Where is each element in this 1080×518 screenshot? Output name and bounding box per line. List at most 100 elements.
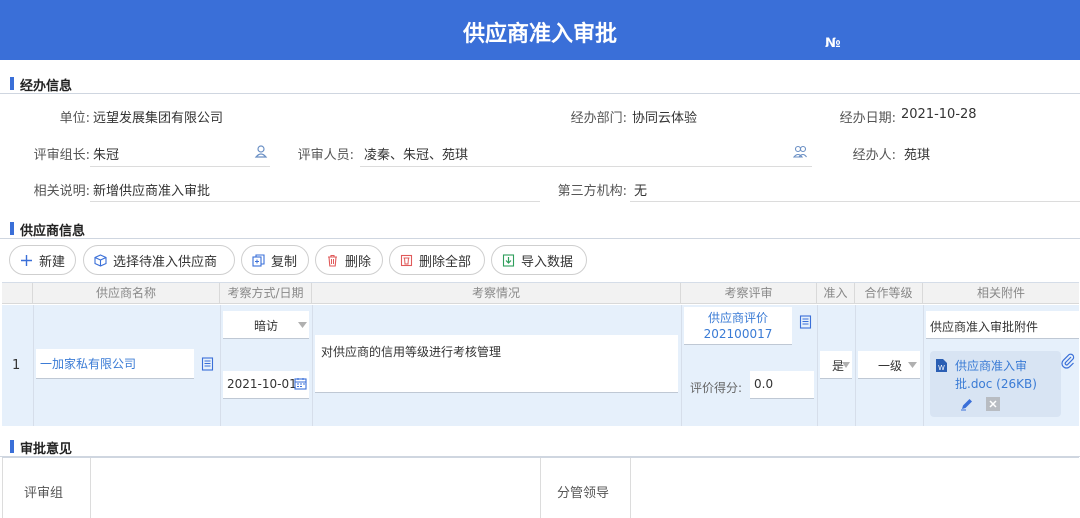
section-title-handling: 经办信息: [20, 79, 73, 94]
reviewers-value: 凌秦、朱冠、苑琪: [364, 148, 469, 163]
row-index: 1: [12, 358, 21, 373]
title-bar: 供应商准入审批 №: [0, 0, 1080, 60]
delete-all-icon: [400, 254, 413, 266]
attachment-file-line2[interactable]: 批.doc (26KB): [955, 375, 1037, 393]
header-method-date: 考察方式/日期: [220, 283, 312, 304]
header-index: [2, 283, 33, 304]
third-party-underline: [630, 201, 1080, 202]
level-select[interactable]: 一级: [858, 351, 920, 379]
review-picker-icon[interactable]: [799, 315, 812, 329]
svg-text:W: W: [938, 364, 945, 372]
supplier-name-link[interactable]: 一加家私有限公司: [40, 357, 136, 371]
method-value: 暗访: [253, 319, 278, 333]
group-picker-icon[interactable]: [793, 144, 807, 158]
paperclip-icon[interactable]: [1061, 353, 1075, 369]
header-supplier-name: 供应商名称: [33, 283, 220, 304]
review-group-label: 评审组: [24, 486, 64, 501]
delete-button[interactable]: 删除: [315, 245, 383, 275]
reviewers-label: 评审人员:: [297, 148, 354, 163]
score-value: 0.0: [754, 377, 774, 391]
box-icon: [94, 253, 107, 267]
section-approval: 审批意见: [0, 437, 1080, 457]
copy-icon: [252, 253, 265, 267]
remove-attachment-icon[interactable]: [986, 397, 1000, 411]
desc-underline: [90, 201, 540, 202]
approval-table: 评审组 分管领导: [2, 457, 1079, 518]
level-value: 一级: [878, 359, 903, 373]
calendar-icon[interactable]: [294, 377, 307, 390]
leader-opinion[interactable]: [632, 459, 1079, 518]
supplier-name-field[interactable]: 一加家私有限公司: [36, 349, 194, 379]
attachment-card: W 供应商准入审 批.doc (26KB): [930, 351, 1061, 417]
edit-icon[interactable]: [960, 397, 974, 411]
desc-label: 相关说明:: [33, 184, 90, 199]
new-button-label: 新建: [39, 254, 66, 270]
third-party-value: 无: [634, 184, 648, 199]
section-marker: [10, 440, 14, 453]
leader-value: 朱冠: [93, 148, 120, 163]
delete-button-label: 删除: [345, 254, 372, 270]
copy-button[interactable]: 复制: [241, 245, 309, 275]
unit-value: 远望发展集团有限公司: [93, 111, 224, 126]
dropdown-arrow-icon: [298, 322, 307, 328]
select-supplier-button[interactable]: 选择待准入供应商: [83, 245, 235, 275]
review-link-line1[interactable]: 供应商评价: [684, 310, 792, 326]
leader-field[interactable]: 朱冠: [93, 144, 268, 166]
copy-button-label: 复制: [271, 254, 298, 270]
import-data-button[interactable]: 导入数据: [491, 245, 587, 275]
import-data-label: 导入数据: [521, 254, 574, 270]
review-link-field[interactable]: 供应商评价 202100017: [684, 307, 792, 345]
section-handling: 经办信息: [0, 74, 1080, 94]
section-supplier: 供应商信息: [0, 219, 1080, 239]
supplier-table: 供应商名称 考察方式/日期 考察情况 考察评审 准入 合作等级 相关附件 1 一…: [2, 282, 1079, 426]
attachment-file-line1[interactable]: 供应商准入审: [955, 357, 1037, 375]
score-label: 评价得分:: [690, 381, 743, 395]
header-situation: 考察情况: [312, 283, 681, 304]
dropdown-arrow-icon: [908, 362, 917, 368]
handler-label: 经办人:: [852, 148, 896, 163]
attachment-title-field[interactable]: 供应商准入审批附件: [926, 311, 1079, 339]
attachment-file-link[interactable]: 供应商准入审 批.doc (26KB): [955, 357, 1037, 393]
trash-icon: [328, 254, 337, 267]
desc-value: 新增供应商准入审批: [93, 184, 211, 199]
reviewers-underline: [360, 166, 812, 167]
date-value: 2021-10-28: [901, 107, 977, 122]
date-input[interactable]: 2021-10-01: [223, 371, 309, 399]
reviewers-field[interactable]: 凌秦、朱冠、苑琪: [364, 144, 774, 166]
third-party-field[interactable]: 无: [634, 180, 1034, 202]
document-picker-icon[interactable]: [201, 357, 214, 371]
leader-opinion-label: 分管领导: [557, 486, 610, 501]
date-label: 经办日期:: [839, 111, 896, 126]
import-icon: [502, 253, 515, 267]
situation-value: 对供应商的信用等级进行考核管理: [321, 345, 502, 359]
third-party-label: 第三方机构:: [557, 184, 627, 199]
situation-textarea[interactable]: 对供应商的信用等级进行考核管理: [315, 335, 678, 393]
delete-all-button[interactable]: 删除全部: [389, 245, 485, 275]
dept-value: 协同云体验: [632, 111, 698, 126]
header-admit: 准入: [817, 283, 855, 304]
number-label: №: [825, 36, 841, 51]
section-marker: [10, 222, 14, 235]
table-row: 1 一加家私有限公司 暗访 2021-10-01 对供应商的信用等级进行考核管理…: [2, 305, 1079, 426]
desc-field[interactable]: 新增供应商准入审批: [93, 180, 268, 202]
table-header: 供应商名称 考察方式/日期 考察情况 考察评审 准入 合作等级 相关附件: [2, 283, 1079, 304]
review-group-opinion[interactable]: [92, 459, 538, 518]
score-input[interactable]: 0.0: [750, 371, 814, 399]
header-level: 合作等级: [855, 283, 923, 304]
method-select[interactable]: 暗访: [223, 311, 309, 339]
person-picker-icon[interactable]: [254, 144, 268, 158]
delete-all-label: 删除全部: [419, 254, 472, 270]
section-title-supplier: 供应商信息: [20, 224, 86, 239]
handler-value: 苑琪: [904, 148, 931, 163]
section-marker: [10, 77, 14, 90]
inspection-date-value: 2021-10-01: [227, 377, 297, 391]
section-title-approval: 审批意见: [20, 442, 73, 457]
dropdown-arrow-icon: [842, 362, 850, 368]
review-link-line2[interactable]: 202100017: [684, 326, 792, 342]
dept-label: 经办部门:: [570, 111, 627, 126]
header-attachment: 相关附件: [976, 286, 1025, 300]
admit-select[interactable]: 是: [820, 351, 852, 379]
plus-icon: [21, 254, 32, 266]
new-button[interactable]: 新建: [9, 245, 76, 275]
leader-underline: [90, 166, 270, 167]
